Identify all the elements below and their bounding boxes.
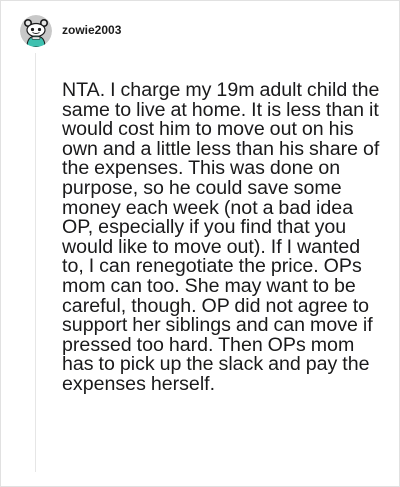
comment-body: NTA. I charge my 19m adult child the sam… <box>62 79 380 395</box>
user-avatar[interactable] <box>20 15 52 47</box>
thread-line[interactable] <box>35 53 36 472</box>
comment-card: zowie2003 NTA. I charge my 19m adult chi… <box>0 0 400 487</box>
snoo-avatar-icon <box>20 15 52 47</box>
comment-author[interactable]: zowie2003 <box>62 23 121 37</box>
comment-header: zowie2003 <box>20 15 121 47</box>
